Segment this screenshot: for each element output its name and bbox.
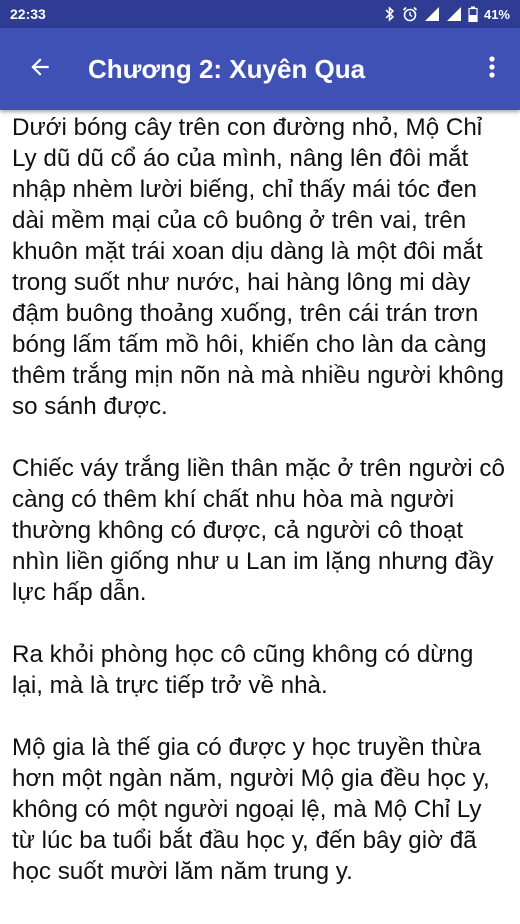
page-title: Chương 2: Xuyên Qua (88, 53, 366, 84)
alarm-icon (402, 6, 418, 22)
status-bar: 22:33 41% (0, 0, 520, 28)
chapter-content[interactable]: Dưới bóng cây trên con đường nhỏ, Mộ Chỉ… (0, 110, 520, 924)
paragraph: Mộ gia là thế gia có được y học truyền t… (12, 734, 490, 885)
back-button[interactable] (0, 28, 80, 110)
bluetooth-icon (384, 6, 396, 22)
paragraph: Chiếc váy trắng liền thân mặc ở trên ngư… (12, 455, 505, 606)
more-vertical-icon (488, 55, 496, 84)
paragraph: Ra khỏi phòng học cô cũng không có dừng … (12, 641, 474, 699)
status-icons: 41% (384, 6, 510, 22)
app-bar: Chương 2: Xuyên Qua (0, 28, 520, 110)
signal-icon (424, 6, 440, 22)
more-options-button[interactable] (464, 28, 520, 110)
arrow-left-icon (27, 54, 53, 85)
status-time: 22:33 (10, 6, 46, 22)
battery-percent: 41% (483, 6, 510, 22)
paragraph: Dưới bóng cây trên con đường nhỏ, Mộ Chỉ… (12, 114, 504, 420)
battery-icon (468, 6, 478, 22)
signal-icon (446, 6, 462, 22)
